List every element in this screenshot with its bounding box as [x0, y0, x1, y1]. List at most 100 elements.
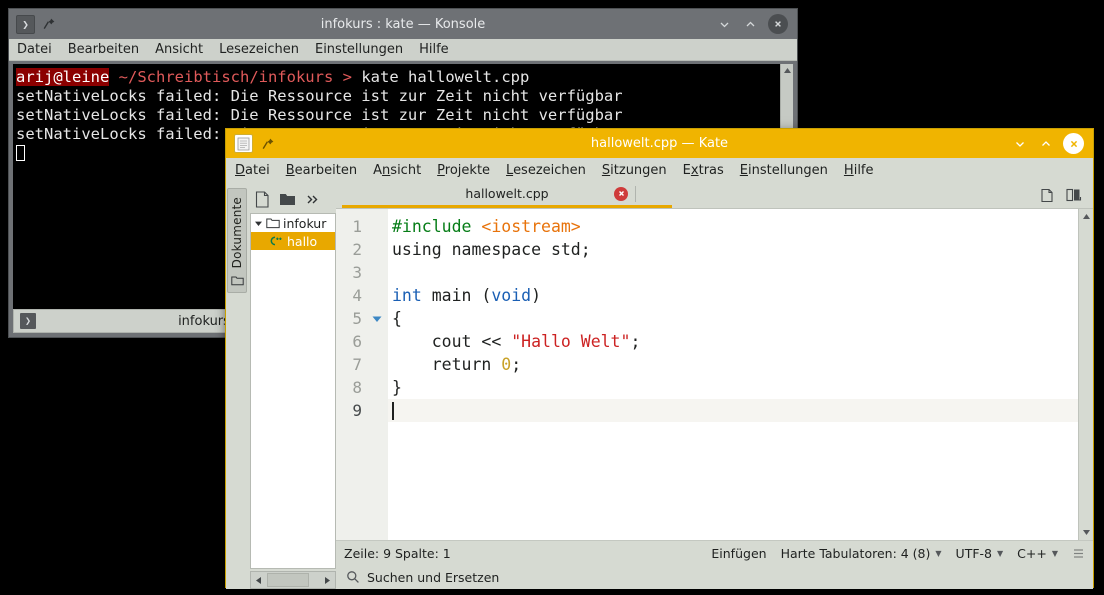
terminal-command: kate hallowelt.cpp	[361, 68, 530, 86]
kate-body: Dokumente infokur hallo hallowelt.cpp 1 …	[226, 182, 1093, 589]
code-line-7: return 0;	[388, 353, 1078, 376]
arrow-right-icon[interactable]	[319, 572, 335, 588]
konsole-titlebar-icons: ❯	[9, 14, 57, 34]
konsole-menu-bearbeiten[interactable]: Bearbeiten	[68, 42, 139, 57]
documents-hscrollbar[interactable]	[250, 571, 336, 589]
konsole-window-title: infokurs : kate — Konsole	[320, 16, 486, 32]
maximize-icon[interactable]	[742, 16, 759, 33]
close-icon[interactable]	[1063, 133, 1084, 154]
konsole-menu-datei[interactable]: Datei	[17, 42, 52, 57]
pin-icon[interactable]	[41, 16, 57, 32]
caret-down-icon: ▼	[997, 548, 1004, 558]
code-token: 0	[501, 355, 512, 374]
documents-tree[interactable]: infokur hallo	[250, 213, 336, 569]
kate-menu-extras[interactable]: Extras	[683, 163, 724, 178]
maximize-icon[interactable]	[1037, 135, 1054, 152]
hamburger-icon[interactable]	[1072, 547, 1085, 560]
code-editor[interactable]: 1 2 3 4 5 6 7 8 9 #include <iostream> us…	[336, 208, 1093, 540]
fold-cell	[366, 399, 388, 422]
minimize-icon[interactable]	[716, 16, 733, 33]
close-icon[interactable]	[768, 14, 788, 34]
tab-label: hallowelt.cpp	[465, 186, 549, 201]
search-replace-label: Suchen und Ersetzen	[367, 569, 500, 585]
tree-folder-infokurs[interactable]: infokur	[251, 214, 335, 232]
konsole-menu-lesezeichen[interactable]: Lesezeichen	[219, 42, 299, 57]
kate-window-controls	[1011, 133, 1093, 154]
text-caret	[392, 402, 394, 420]
terminal-icon: ❯	[16, 14, 35, 34]
konsole-menu-ansicht[interactable]: Ansicht	[155, 42, 203, 57]
terminal-prompt-user: arij@leine	[16, 68, 110, 86]
line-number: 1	[352, 217, 362, 236]
kate-menu-sitzungen[interactable]: Sitzungen	[602, 163, 667, 178]
tab-hallowelt-cpp[interactable]: hallowelt.cpp	[342, 182, 672, 208]
arrow-up-icon[interactable]	[1079, 209, 1093, 224]
line-number: 9	[352, 401, 362, 420]
editor-scrollbar[interactable]	[1078, 209, 1093, 540]
arrow-left-icon[interactable]	[251, 572, 267, 588]
new-document-icon[interactable]	[253, 190, 272, 209]
kate-menubar: Datei Bearbeiten Ansicht Projekte Leseze…	[226, 158, 1093, 182]
code-token: cout <<	[392, 332, 512, 351]
line-number: 5	[352, 309, 362, 328]
kate-menu-bearbeiten[interactable]: Bearbeiten	[286, 163, 357, 178]
encoding-selector[interactable]: UTF-8 ▼	[956, 546, 1004, 561]
code-line-1: #include <iostream>	[388, 215, 1078, 238]
documents-panel: infokur hallo	[248, 182, 336, 589]
line-number: 3	[352, 263, 362, 282]
editor-tabbar-actions	[1038, 186, 1093, 204]
konsole-menubar: Datei Bearbeiten Ansicht Lesezeichen Ein…	[9, 39, 797, 61]
terminal-prompt-line: arij@leine ~/Schreibtisch/infokurs > kat…	[16, 68, 793, 87]
tab-settings[interactable]: Harte Tabulatoren: 4 (8) ▼	[781, 546, 942, 561]
fold-cell	[366, 376, 388, 399]
search-replace-bar[interactable]: Suchen und Ersetzen	[336, 565, 1093, 589]
code-token: )	[531, 286, 542, 305]
sidebar-tab-dokumente[interactable]: Dokumente	[227, 188, 247, 294]
editor-column: hallowelt.cpp 1 2 3 4 5 6 7 8 9 #include…	[336, 182, 1093, 589]
kate-titlebar[interactable]: hallowelt.cpp — Kate	[226, 129, 1093, 158]
close-tab-icon[interactable]	[614, 186, 628, 201]
code-token: <iostream>	[481, 217, 581, 236]
fold-marker-line-5[interactable]	[366, 307, 388, 330]
kate-menu-einstellungen[interactable]: Einstellungen	[740, 163, 828, 178]
kate-menu-ansicht[interactable]: Ansicht	[373, 163, 421, 178]
code-folding-gutter[interactable]	[366, 209, 388, 540]
editor-tabbar: hallowelt.cpp	[336, 182, 1093, 208]
kate-window-title: hallowelt.cpp — Kate	[590, 136, 729, 151]
kate-menu-projekte[interactable]: Projekte	[437, 163, 490, 178]
terminal-prompt-path: ~/Schreibtisch/infokurs	[118, 68, 334, 86]
arrow-down-icon[interactable]	[1079, 525, 1093, 540]
konsole-menu-einstellungen[interactable]: Einstellungen	[315, 42, 403, 57]
code-token: void	[491, 286, 532, 305]
document-list-icon[interactable]	[1038, 186, 1056, 204]
language-selector[interactable]: C++ ▼	[1017, 546, 1058, 561]
terminal-output-line: setNativeLocks failed: Die Ressource ist…	[16, 106, 623, 124]
kate-menu-lesezeichen[interactable]: Lesezeichen	[506, 163, 586, 178]
tree-file-hallowelt[interactable]: hallo	[251, 232, 335, 250]
arrow-up-icon[interactable]	[781, 64, 793, 77]
minimize-icon[interactable]	[1011, 135, 1028, 152]
hscroll-thumb[interactable]	[267, 573, 309, 587]
editor-statusbar: Zeile: 9 Spalte: 1 Einfügen Harte Tabula…	[336, 540, 1093, 565]
kate-menu-datei[interactable]: Datei	[235, 163, 270, 178]
code-text-area[interactable]: #include <iostream> using namespace std; i…	[388, 209, 1078, 540]
insert-mode[interactable]: Einfügen	[711, 546, 766, 561]
kate-menu-hilfe[interactable]: Hilfe	[844, 163, 874, 178]
code-token: using namespace std;	[392, 240, 591, 259]
konsole-titlebar[interactable]: ❯ infokurs : kate — Konsole	[9, 9, 797, 39]
code-line-8: }	[388, 376, 1078, 399]
code-token: ;	[630, 332, 641, 351]
terminal-prompt-arrow: >	[342, 68, 352, 86]
tree-folder-label: infokur	[283, 215, 327, 231]
line-number: 8	[352, 378, 362, 397]
triangle-down-icon[interactable]	[253, 218, 263, 228]
line-number: 6	[352, 332, 362, 351]
code-token: int	[392, 286, 422, 305]
fold-cell	[366, 284, 388, 307]
pin-icon[interactable]	[261, 137, 275, 151]
split-view-icon[interactable]	[1065, 186, 1083, 204]
line-number: 4	[352, 286, 362, 305]
open-folder-icon[interactable]	[278, 190, 297, 209]
konsole-menu-hilfe[interactable]: Hilfe	[419, 42, 449, 57]
chevron-more-icon[interactable]	[303, 190, 322, 209]
